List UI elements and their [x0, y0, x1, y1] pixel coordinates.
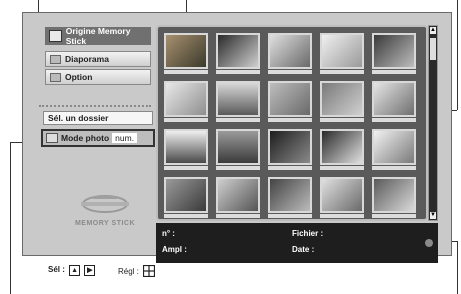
screen: Origine Memory Stick Diaporama Option Sé…	[22, 12, 452, 263]
thumbnail-caption	[164, 214, 208, 218]
photo-mode-icon	[46, 133, 58, 143]
thumbnail-caption	[320, 214, 364, 218]
thumbnail-caption	[268, 70, 312, 74]
thumbnail-cat-4[interactable]	[216, 177, 260, 213]
thumbnail-cat-3[interactable]	[164, 177, 208, 213]
thumbnail-dog-2[interactable]	[320, 33, 364, 69]
date-label: Date :	[292, 245, 315, 254]
thumbnail-caption	[372, 118, 416, 122]
option-icon	[50, 72, 61, 82]
thumbnail-caption	[164, 166, 208, 170]
thumbnail-caption	[372, 166, 416, 170]
slideshow-label: Diaporama	[65, 54, 109, 64]
thumbnail-caption	[268, 214, 312, 218]
thumbnail-cat-5[interactable]	[268, 177, 312, 213]
option-label: Option	[65, 72, 93, 82]
thumbnail-dog-5[interactable]	[320, 81, 364, 117]
memory-stick-logo-icon	[81, 195, 129, 213]
callout-dot	[425, 239, 433, 247]
thumbnail-flowers-1[interactable]	[268, 33, 312, 69]
enter-grid-icon	[143, 264, 156, 279]
memory-stick-logo-text: MEMORY STICK	[74, 220, 136, 227]
option-button[interactable]: Option	[45, 69, 151, 85]
photo-mode-label: Mode photo	[61, 133, 110, 143]
thumbnail-caption	[216, 118, 260, 122]
thumbnail-caption	[320, 118, 364, 122]
thumbnail-cat-1[interactable]	[216, 33, 260, 69]
set-hint-label: Régl :	[118, 267, 139, 277]
memory-stick-source-label: Origine Memory Stick	[65, 26, 131, 46]
select-folder-label: Sél. un dossier	[48, 113, 109, 123]
memory-stick-logo: MEMORY STICK	[73, 193, 137, 233]
slideshow-icon	[50, 54, 61, 64]
thumbnail-caption	[164, 118, 208, 122]
scroll-up-icon[interactable]: ▲	[430, 27, 436, 34]
photo-info-panel: n° : Fichier : Ampl : Date :	[156, 223, 438, 263]
thumbnail-scrollbar[interactable]: ▲ ▼	[428, 25, 438, 221]
scroll-down-icon[interactable]: ▼	[430, 212, 436, 219]
callout-line	[457, 0, 458, 110]
thumbnail-caption	[268, 166, 312, 170]
memory-stick-source-button[interactable]: Origine Memory Stick	[45, 26, 151, 46]
thumbnail-dog-1[interactable]	[164, 33, 208, 69]
thumbnail-caption	[320, 166, 364, 170]
arrow-up-icon: ▲	[69, 265, 81, 276]
arrow-right-icon: ▶	[84, 265, 96, 276]
scroll-thumb[interactable]	[430, 38, 436, 60]
photo-number-mode-button[interactable]: Mode photo num.	[41, 129, 155, 147]
select-folder-button[interactable]: Sél. un dossier	[43, 111, 153, 125]
thumbnail-dog-9[interactable]	[320, 177, 364, 213]
thumbnail-caption	[372, 214, 416, 218]
slideshow-button[interactable]: Diaporama	[45, 51, 151, 67]
thumbnail-caption	[216, 214, 260, 218]
callout-line	[10, 142, 11, 294]
thumbnail-caption	[164, 70, 208, 74]
file-label: Fichier :	[292, 229, 324, 238]
thumbnail-caption	[216, 166, 260, 170]
select-hint: Sél : ▲ ▶	[48, 265, 96, 276]
thumbnail-caption	[372, 70, 416, 74]
thumbnail-cat-6[interactable]	[372, 177, 416, 213]
thumbnail-grid	[156, 25, 428, 221]
thumbnail-caption	[320, 70, 364, 74]
set-hint: Régl :	[118, 264, 156, 279]
thumbnail-landscape-1[interactable]	[216, 81, 260, 117]
thumbnail-dog-3[interactable]	[372, 33, 416, 69]
photo-mode-num-label: num.	[112, 133, 138, 143]
select-hint-label: Sél :	[48, 265, 65, 274]
thumbnail-dog-6[interactable]	[372, 81, 416, 117]
memory-stick-icon	[49, 30, 62, 42]
thumbnail-caption	[216, 70, 260, 74]
thumbnail-dog-8[interactable]	[372, 129, 416, 165]
thumbnail-landscape-3[interactable]	[216, 129, 260, 165]
thumbnail-dog-7[interactable]	[268, 129, 312, 165]
thumbnail-landscape-2[interactable]	[164, 129, 208, 165]
thumbnail-dog-4[interactable]	[164, 81, 208, 117]
callout-line	[457, 241, 458, 294]
thumbnail-cat-2[interactable]	[320, 129, 364, 165]
thumbnail-bowl-1[interactable]	[268, 81, 312, 117]
thumbnail-caption	[268, 118, 312, 122]
photo-number-label: n° :	[162, 229, 175, 238]
ampl-label: Ampl :	[162, 245, 187, 254]
menu-divider	[39, 105, 151, 107]
